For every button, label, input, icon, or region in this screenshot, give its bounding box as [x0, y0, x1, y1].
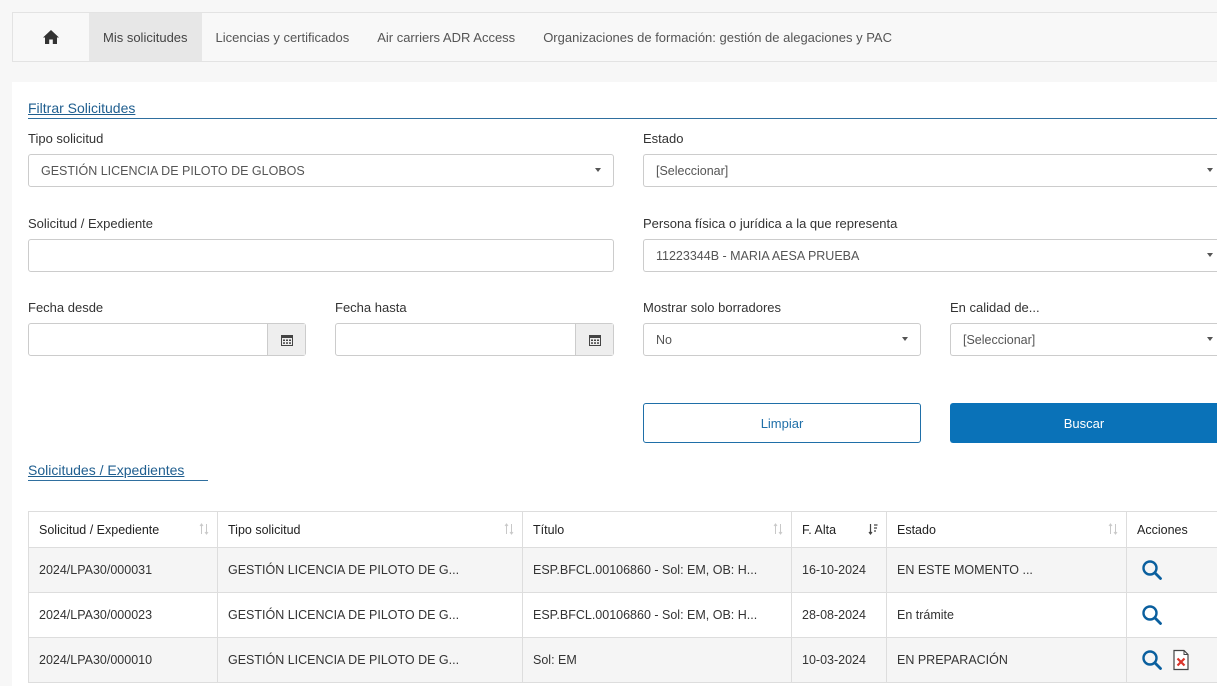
- cell-f-alta: 10-03-2024: [791, 637, 887, 683]
- chevron-down-icon: [1207, 253, 1213, 257]
- borradores-value: No: [656, 332, 672, 347]
- calidad-value: [Seleccionar]: [963, 332, 1036, 347]
- borradores-label: Mostrar solo borradores: [643, 300, 781, 315]
- results-table: Solicitud / Expediente Tipo solicitud Tí…: [28, 511, 1217, 683]
- main-panel: Filtrar Solicitudes Tipo solicitud GESTI…: [12, 82, 1217, 686]
- filter-section-rule: [28, 118, 1217, 119]
- home-button[interactable]: [13, 13, 89, 61]
- calendar-icon: [588, 334, 601, 346]
- cell-tipo: GESTIÓN LICENCIA DE PILOTO DE G...: [217, 592, 523, 638]
- chevron-down-icon: [1207, 168, 1213, 172]
- results-section-title: Solicitudes / Expedientes: [28, 462, 185, 478]
- solicitud-expediente-input[interactable]: [28, 239, 614, 272]
- column-header-titulo[interactable]: Título: [522, 511, 792, 548]
- sort-icon: [773, 523, 783, 535]
- column-header-solicitud[interactable]: Solicitud / Expediente: [28, 511, 218, 548]
- solicitud-expediente-label: Solicitud / Expediente: [28, 216, 154, 231]
- nav-item-licencias[interactable]: Licencias y certificados: [202, 13, 364, 61]
- fecha-desde-input[interactable]: [28, 323, 306, 356]
- cell-titulo: ESP.BFCL.00106860 - Sol: EM, OB: H...: [522, 592, 792, 638]
- calidad-select[interactable]: [Seleccionar]: [950, 323, 1217, 356]
- cell-solicitud: 2024/LPA30/000023: [28, 592, 218, 638]
- table-row: 2024/LPA30/000010 GESTIÓN LICENCIA DE PI…: [28, 637, 1217, 683]
- tipo-solicitud-label: Tipo solicitud: [28, 131, 104, 146]
- top-navigation: Mis solicitudes Licencias y certificados…: [12, 12, 1217, 62]
- cell-titulo: ESP.BFCL.00106860 - Sol: EM, OB: H...: [522, 547, 792, 593]
- magnifier-icon[interactable]: [1141, 604, 1163, 626]
- column-header-tipo[interactable]: Tipo solicitud: [217, 511, 523, 548]
- nav-item-air-carriers[interactable]: Air carriers ADR Access: [363, 13, 529, 61]
- persona-value: 11223344B - MARIA AESA PRUEBA: [656, 248, 860, 263]
- results-section-rule: [28, 480, 208, 481]
- tipo-solicitud-value: GESTIÓN LICENCIA DE PILOTO DE GLOBOS: [41, 163, 305, 178]
- fecha-hasta-label: Fecha hasta: [335, 300, 407, 315]
- cell-f-alta: 28-08-2024: [791, 592, 887, 638]
- calendar-icon: [280, 334, 293, 346]
- estado-select[interactable]: [Seleccionar]: [643, 154, 1217, 187]
- sort-icon: [1108, 523, 1118, 535]
- home-icon: [43, 30, 59, 44]
- search-button[interactable]: Buscar: [950, 403, 1217, 443]
- nav-item-mis-solicitudes[interactable]: Mis solicitudes: [89, 13, 202, 61]
- cell-tipo: GESTIÓN LICENCIA DE PILOTO DE G...: [217, 637, 523, 683]
- column-header-acciones: Acciones: [1126, 511, 1217, 548]
- fecha-desde-calendar-button[interactable]: [267, 324, 305, 355]
- magnifier-icon[interactable]: [1141, 649, 1163, 671]
- delete-document-icon[interactable]: [1172, 649, 1190, 671]
- borradores-select[interactable]: No: [643, 323, 921, 356]
- cell-solicitud: 2024/LPA30/000031: [28, 547, 218, 593]
- column-header-f-alta[interactable]: F. Alta: [791, 511, 887, 548]
- cell-solicitud: 2024/LPA30/000010: [28, 637, 218, 683]
- fecha-desde-label: Fecha desde: [28, 300, 104, 315]
- cell-acciones: [1126, 592, 1217, 638]
- tipo-solicitud-select[interactable]: GESTIÓN LICENCIA DE PILOTO DE GLOBOS: [28, 154, 614, 187]
- sort-icon: [199, 523, 209, 535]
- fecha-hasta-calendar-button[interactable]: [575, 324, 613, 355]
- estado-value: [Seleccionar]: [656, 163, 729, 178]
- nav-item-organizaciones[interactable]: Organizaciones de formación: gestión de …: [529, 13, 906, 61]
- calidad-label: En calidad de...: [950, 300, 1040, 315]
- chevron-down-icon: [1207, 337, 1213, 341]
- table-row: 2024/LPA30/000031 GESTIÓN LICENCIA DE PI…: [28, 547, 1217, 593]
- cell-estado: En trámite: [886, 592, 1127, 638]
- chevron-down-icon: [595, 168, 601, 172]
- sort-desc-icon: [868, 524, 878, 535]
- cell-acciones: [1126, 547, 1217, 593]
- sort-icon: [504, 523, 514, 535]
- persona-select[interactable]: 11223344B - MARIA AESA PRUEBA: [643, 239, 1217, 272]
- fecha-hasta-input[interactable]: [335, 323, 614, 356]
- estado-label: Estado: [643, 131, 684, 146]
- cell-estado: EN ESTE MOMENTO ...: [886, 547, 1127, 593]
- cell-f-alta: 16-10-2024: [791, 547, 887, 593]
- cell-estado: EN PREPARACIÓN: [886, 637, 1127, 683]
- table-header-row: Solicitud / Expediente Tipo solicitud Tí…: [28, 511, 1217, 548]
- clear-button[interactable]: Limpiar: [643, 403, 921, 443]
- chevron-down-icon: [902, 337, 908, 341]
- table-row: 2024/LPA30/000023 GESTIÓN LICENCIA DE PI…: [28, 592, 1217, 638]
- cell-titulo: Sol: EM: [522, 637, 792, 683]
- filter-section-title: Filtrar Solicitudes: [28, 100, 136, 116]
- magnifier-icon[interactable]: [1141, 559, 1163, 581]
- cell-tipo: GESTIÓN LICENCIA DE PILOTO DE G...: [217, 547, 523, 593]
- persona-label: Persona física o jurídica a la que repre…: [643, 216, 898, 231]
- column-header-estado[interactable]: Estado: [886, 511, 1127, 548]
- cell-acciones: [1126, 637, 1217, 683]
